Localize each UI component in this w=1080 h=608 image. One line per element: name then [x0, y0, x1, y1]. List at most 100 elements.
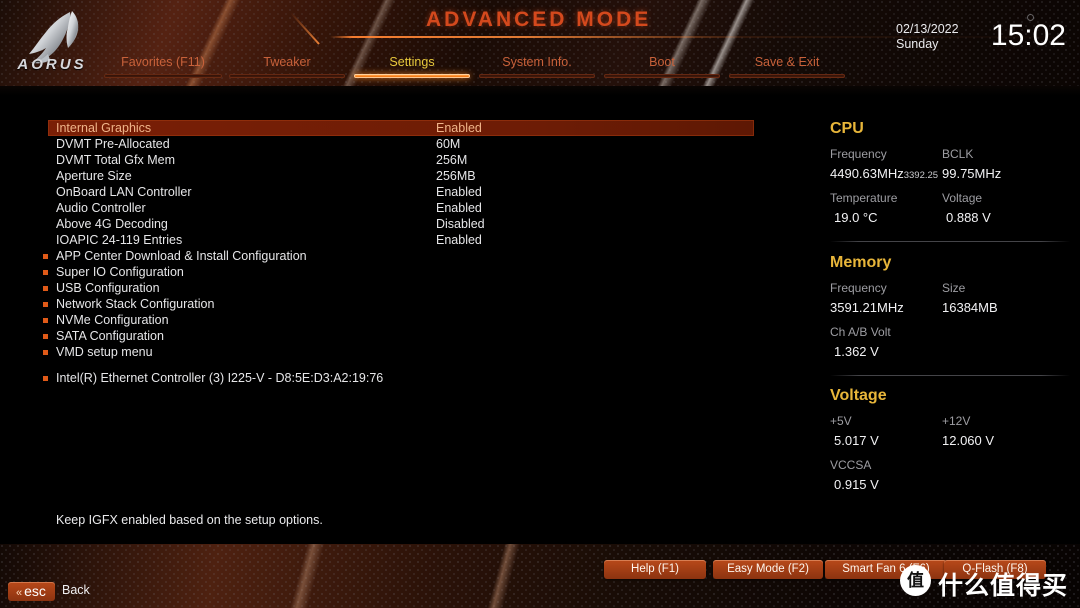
setting-row[interactable]: DVMT Pre-Allocated 60M: [48, 136, 754, 152]
nav-tab-label: Save & Exit: [754, 55, 820, 69]
esc-key-label: esc: [24, 583, 46, 599]
submenu-label: SATA Configuration: [56, 329, 164, 343]
submenu-item[interactable]: USB Configuration: [40, 280, 746, 296]
setting-value[interactable]: 256M: [436, 152, 467, 168]
watermark-logo-icon: 值: [900, 565, 931, 596]
submenu-bullet-icon: [43, 350, 48, 355]
voltage-section-title: Voltage: [830, 387, 887, 404]
memory-chab-volt-label: Ch A/B Volt: [830, 325, 891, 339]
footer-button-easy-mode-f2[interactable]: Easy Mode (F2): [713, 560, 823, 579]
submenu-label: NVMe Configuration: [56, 313, 169, 327]
nav-tab-boot[interactable]: Boot: [604, 55, 720, 81]
nav-tab-underline: [104, 74, 222, 78]
submenu-item[interactable]: SATA Configuration: [40, 328, 746, 344]
cpu-frequency-main: 4490.63MHz: [830, 166, 904, 181]
cpu-bclk-value: 99.75MHz: [942, 166, 1002, 181]
submenu-item[interactable]: APP Center Download & Install Configurat…: [40, 248, 746, 264]
submenu-item[interactable]: Super IO Configuration: [40, 264, 746, 280]
cpu-frequency-sub: 3392.25: [903, 170, 939, 181]
main-nav: Favorites (F11) Tweaker Settings System Inf…: [0, 55, 1080, 83]
nav-tab-label: System Info.: [502, 55, 572, 69]
nav-tab-label: Favorites (F11): [121, 55, 205, 69]
weekday-text: Sunday: [896, 37, 939, 51]
setting-value[interactable]: Enabled: [436, 200, 482, 216]
memory-chab-volt-value: 1.362 V: [834, 344, 879, 359]
setting-row[interactable]: Aperture Size 256MB: [48, 168, 754, 184]
memory-frequency-label: Frequency: [830, 281, 887, 295]
submenu-item[interactable]: NVMe Configuration: [40, 312, 746, 328]
submenu-bullet-icon: [43, 302, 48, 307]
setting-value[interactable]: Disabled: [436, 216, 485, 232]
submenu-bullet-icon: [43, 318, 48, 323]
cpu-frequency-value: 4490.63MHz3392.25: [830, 166, 938, 181]
voltage-5v-label: +5V: [830, 414, 852, 428]
header-bevel-diagonal: [290, 12, 320, 45]
voltage-5v-value: 5.017 V: [834, 433, 879, 448]
memory-section-title: Memory: [830, 254, 892, 271]
cpu-bclk-label: BCLK: [942, 147, 974, 161]
cpu-temperature-label: Temperature: [830, 191, 898, 205]
device-item[interactable]: Intel(R) Ethernet Controller (3) I225-V …: [40, 370, 746, 386]
hardware-monitor-sidebar: CPU Frequency BCLK 4490.63MHz3392.25 99.…: [800, 96, 1080, 504]
setting-label: IOAPIC 24-119 Entries: [56, 233, 183, 247]
nav-tab-system-info[interactable]: System Info.: [479, 55, 595, 81]
sidebar-divider-1: [830, 241, 1070, 242]
voltage-vccsa-label: VCCSA: [830, 458, 872, 472]
nav-tab-favorites-f11[interactable]: Favorites (F11): [104, 55, 222, 81]
setting-value[interactable]: Enabled: [436, 184, 482, 200]
device-label: Intel(R) Ethernet Controller (3) I225-V …: [56, 371, 384, 385]
cpu-voltage-label: Voltage: [942, 191, 983, 205]
submenu-label: Network Stack Configuration: [56, 297, 215, 311]
nav-tab-settings[interactable]: Settings: [354, 55, 470, 81]
submenu-bullet-icon: [43, 334, 48, 339]
setting-label: DVMT Pre-Allocated: [56, 137, 170, 151]
setting-row[interactable]: IOAPIC 24-119 Entries Enabled: [48, 232, 754, 248]
chevron-left-icon: «: [16, 587, 23, 599]
submenu-bullet-icon: [43, 270, 48, 275]
submenu-label: USB Configuration: [56, 281, 160, 295]
submenu-item[interactable]: VMD setup menu: [40, 344, 746, 360]
setting-value[interactable]: Enabled: [436, 232, 482, 248]
submenu-label: APP Center Download & Install Configurat…: [56, 249, 307, 263]
advanced-mode-title: ADVANCED MODE: [426, 8, 652, 31]
setting-label: Aperture Size: [56, 169, 132, 183]
cpu-temperature-value: 19.0 °C: [834, 210, 878, 225]
setting-value[interactable]: Enabled: [436, 120, 482, 136]
submenu-label: VMD setup menu: [56, 345, 153, 359]
setting-label: OnBoard LAN Controller: [56, 185, 192, 199]
cpu-frequency-label: Frequency: [830, 147, 887, 161]
setting-row[interactable]: Audio Controller Enabled: [48, 200, 754, 216]
submenu-label: Super IO Configuration: [56, 265, 184, 279]
setting-value[interactable]: 256MB: [436, 168, 476, 184]
voltage-12v-value: 12.060 V: [942, 433, 995, 448]
setting-row[interactable]: DVMT Total Gfx Mem 256M: [48, 152, 754, 168]
clock-text: 15:02: [990, 19, 1066, 52]
date-block: 02/13/2022 Sunday: [896, 22, 988, 52]
nav-tab-label: Tweaker: [263, 55, 311, 69]
submenu-bullet-icon: [43, 286, 48, 291]
setting-label: Above 4G Decoding: [56, 217, 168, 231]
nav-tab-underline: [354, 74, 470, 78]
setting-label: Audio Controller: [56, 201, 146, 215]
nav-tab-underline: [729, 74, 845, 78]
nav-tab-underline: [604, 74, 720, 78]
help-text: Keep IGFX enabled based on the setup opt…: [56, 513, 323, 527]
setting-row[interactable]: OnBoard LAN Controller Enabled: [48, 184, 754, 200]
setting-value[interactable]: 60M: [436, 136, 460, 152]
footer-button-help-f1[interactable]: Help (F1): [604, 560, 706, 579]
setting-label: Internal Graphics: [56, 121, 152, 135]
nav-tab-tweaker[interactable]: Tweaker: [229, 55, 345, 81]
cpu-voltage-value: 0.888 V: [946, 210, 991, 225]
device-bullet-icon: [43, 376, 48, 381]
setting-row-selected[interactable]: Internal Graphics Enabled: [48, 120, 754, 136]
setting-row[interactable]: Above 4G Decoding Disabled: [48, 216, 754, 232]
nav-tab-save-exit[interactable]: Save & Exit: [729, 55, 845, 81]
nav-tab-underline: [229, 74, 345, 78]
esc-key-button[interactable]: «esc: [8, 582, 55, 601]
bios-screen: AORUS ADVANCED MODE 02/13/2022 Sunday 15…: [0, 0, 1080, 608]
settings-panel: Internal Graphics Enabled DVMT Pre-Allocat…: [0, 96, 800, 504]
voltage-12v-label: +12V: [942, 414, 971, 428]
date-text: 02/13/2022: [896, 22, 959, 36]
cpu-section-title: CPU: [830, 120, 864, 137]
submenu-item[interactable]: Network Stack Configuration: [40, 296, 746, 312]
